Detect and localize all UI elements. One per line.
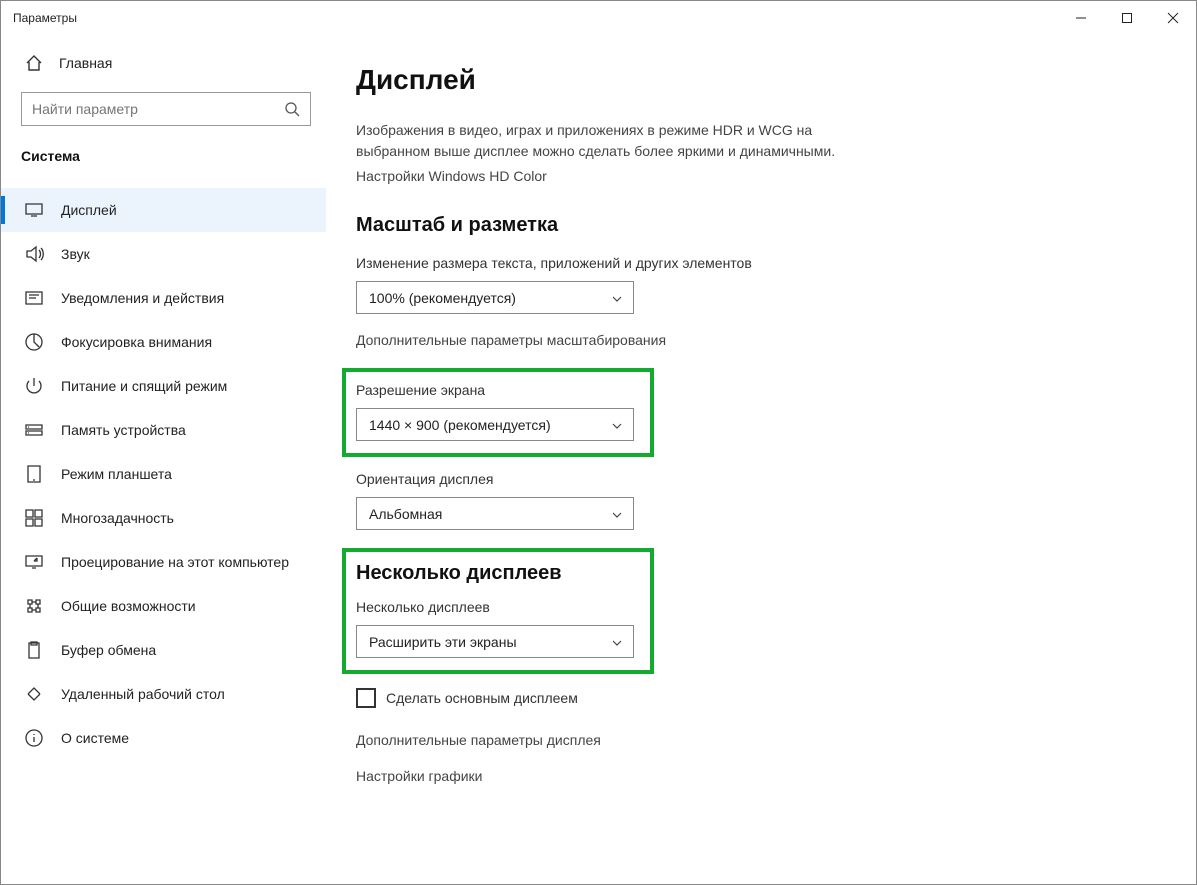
chevron-down-icon xyxy=(611,419,623,431)
advanced-display-link[interactable]: Дополнительные параметры дисплея xyxy=(356,732,1156,748)
shared-icon xyxy=(25,597,43,615)
sidebar-item-5[interactable]: Память устройства xyxy=(1,408,326,452)
search-wrap xyxy=(1,82,326,136)
sidebar-item-label: Звук xyxy=(61,246,90,262)
resolution-highlight: Разрешение экрана 1440 × 900 (рекомендуе… xyxy=(342,368,654,457)
sidebar-item-7[interactable]: Многозадачность xyxy=(1,496,326,540)
scale-label: Изменение размера текста, приложений и д… xyxy=(356,255,1156,271)
sidebar-item-2[interactable]: Уведомления и действия xyxy=(1,276,326,320)
sidebar: Главная Система Дисплей Звук Уведомления и… xyxy=(1,34,326,884)
maximize-button[interactable] xyxy=(1104,1,1150,34)
power-icon xyxy=(25,377,43,395)
sidebar-item-11[interactable]: Удаленный рабочий стол xyxy=(1,672,326,716)
minimize-button[interactable] xyxy=(1058,1,1104,34)
clipboard-icon xyxy=(25,641,43,659)
main-content: Дисплей Изображения в видео, играх и при… xyxy=(326,34,1196,884)
titlebar: Параметры xyxy=(1,1,1196,34)
remote-icon xyxy=(25,685,43,703)
multi-value: Расширить эти экраны xyxy=(369,634,611,650)
close-button[interactable] xyxy=(1150,1,1196,34)
sidebar-item-label: Питание и спящий режим xyxy=(61,378,227,394)
nav: Дисплей Звук Уведомления и действия Фокусир… xyxy=(1,188,326,760)
search-box[interactable] xyxy=(21,92,311,126)
sidebar-item-label: Уведомления и действия xyxy=(61,290,224,306)
multitask-icon xyxy=(25,509,43,527)
multi-dropdown[interactable]: Расширить эти экраны xyxy=(356,625,634,658)
storage-icon xyxy=(25,421,43,439)
body: Главная Система Дисплей Звук Уведомления и… xyxy=(1,34,1196,884)
sidebar-item-label: Многозадачность xyxy=(61,510,174,526)
search-input[interactable] xyxy=(32,101,284,117)
orientation-dropdown[interactable]: Альбомная xyxy=(356,497,634,530)
sidebar-item-1[interactable]: Звук xyxy=(1,232,326,276)
sidebar-item-label: Фокусировка внимания xyxy=(61,334,212,350)
notifications-icon xyxy=(25,289,43,307)
about-icon xyxy=(25,729,43,747)
sidebar-item-6[interactable]: Режим планшета xyxy=(1,452,326,496)
chevron-down-icon xyxy=(611,508,623,520)
scale-value: 100% (рекомендуется) xyxy=(369,290,611,306)
checkbox-icon[interactable] xyxy=(356,688,376,708)
resolution-dropdown[interactable]: 1440 × 900 (рекомендуется) xyxy=(356,408,634,441)
sidebar-item-8[interactable]: Проецирование на этот компьютер xyxy=(1,540,326,584)
graphics-settings-link[interactable]: Настройки графики xyxy=(356,768,1156,784)
sidebar-item-label: Проецирование на этот компьютер xyxy=(61,554,289,570)
make-primary-label: Сделать основным дисплеем xyxy=(386,690,578,706)
sidebar-item-label: Режим планшета xyxy=(61,466,172,482)
orientation-label: Ориентация дисплея xyxy=(356,471,1156,487)
window-title: Параметры xyxy=(13,11,77,25)
display-icon xyxy=(25,201,43,219)
tablet-icon xyxy=(25,465,43,483)
home-link[interactable]: Главная xyxy=(1,44,326,82)
focus-icon xyxy=(25,333,43,351)
home-icon xyxy=(25,54,43,72)
sidebar-item-10[interactable]: Буфер обмена xyxy=(1,628,326,672)
page-title: Дисплей xyxy=(356,64,1156,96)
category-title: Система xyxy=(1,136,326,176)
window-controls xyxy=(1058,1,1196,34)
resolution-label: Разрешение экрана xyxy=(356,382,640,398)
chevron-down-icon xyxy=(611,292,623,304)
sidebar-item-label: О системе xyxy=(61,730,129,746)
settings-window: Параметры Главная xyxy=(0,0,1197,885)
home-label: Главная xyxy=(59,55,112,71)
sidebar-item-label: Удаленный рабочий стол xyxy=(61,686,225,702)
sidebar-item-label: Память устройства xyxy=(61,422,186,438)
scale-heading: Масштаб и разметка xyxy=(356,214,1156,237)
sidebar-item-4[interactable]: Питание и спящий режим xyxy=(1,364,326,408)
sidebar-item-0[interactable]: Дисплей xyxy=(1,188,326,232)
search-icon xyxy=(284,101,300,117)
sound-icon xyxy=(25,245,43,263)
multi-heading: Несколько дисплеев xyxy=(356,562,640,585)
resolution-value: 1440 × 900 (рекомендуется) xyxy=(369,417,611,433)
sidebar-item-9[interactable]: Общие возможности xyxy=(1,584,326,628)
make-primary-checkbox-row[interactable]: Сделать основным дисплеем xyxy=(356,688,1156,708)
sidebar-item-label: Буфер обмена xyxy=(61,642,156,658)
sidebar-item-label: Общие возможности xyxy=(61,598,196,614)
sidebar-item-12[interactable]: О системе xyxy=(1,716,326,760)
project-icon xyxy=(25,553,43,571)
multi-display-highlight: Несколько дисплеев Несколько дисплеев Ра… xyxy=(342,548,654,674)
hdr-color-link[interactable]: Настройки Windows HD Color xyxy=(356,168,1156,184)
sidebar-item-3[interactable]: Фокусировка внимания xyxy=(1,320,326,364)
advanced-scale-link[interactable]: Дополнительные параметры масштабирования xyxy=(356,332,1156,348)
hdr-description: Изображения в видео, играх и приложениях… xyxy=(356,120,836,162)
orientation-value: Альбомная xyxy=(369,506,611,522)
multi-label: Несколько дисплеев xyxy=(356,599,640,615)
sidebar-item-label: Дисплей xyxy=(61,202,117,218)
chevron-down-icon xyxy=(611,636,623,648)
scale-dropdown[interactable]: 100% (рекомендуется) xyxy=(356,281,634,314)
